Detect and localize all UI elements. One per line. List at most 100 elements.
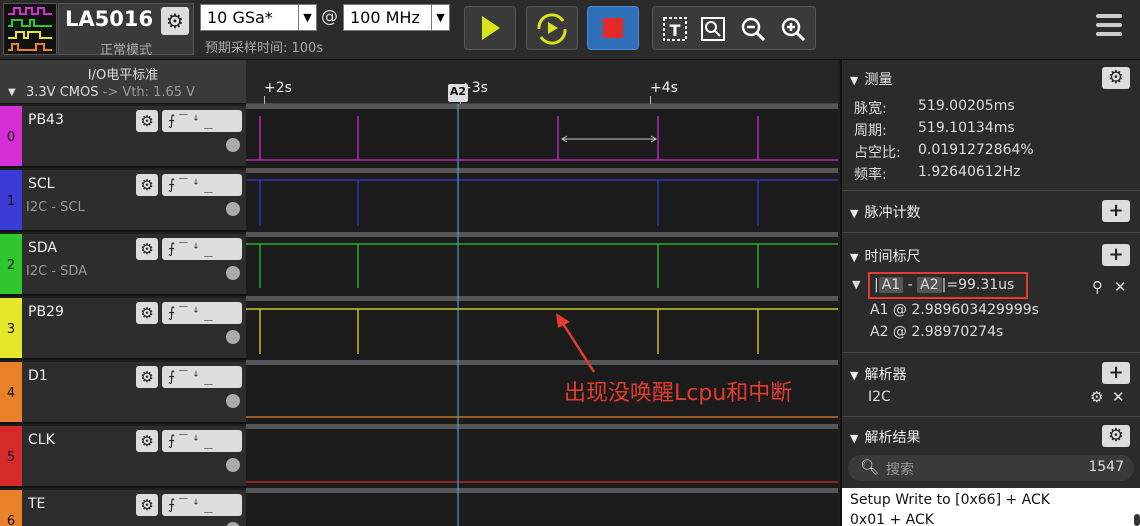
- measure-section-title[interactable]: ▼ 测量: [850, 69, 892, 89]
- delta-bar: |: [874, 277, 879, 293]
- chevron-down-icon: ▼: [298, 5, 316, 30]
- channel-number: 3: [6, 322, 16, 337]
- play-icon: [482, 16, 500, 40]
- channel-name[interactable]: PB29: [28, 304, 64, 320]
- measure-arrow: [561, 135, 657, 143]
- channel-row: 6 TE ⚙ ⨍‾ꜜ_: [0, 490, 246, 526]
- io-standard-panel[interactable]: I/O电平标准 ▼ 3.3V CMOS -> Vth: 1.65 V: [0, 60, 246, 104]
- channel-name[interactable]: SCL: [28, 176, 54, 192]
- trigger-edge-selector[interactable]: ⨍‾ꜜ_: [162, 238, 242, 260]
- annotation-arrow: [556, 313, 596, 373]
- list-item[interactable]: Setup Write to [0x66] + ACK: [850, 492, 1050, 508]
- stop-button[interactable]: [587, 6, 639, 50]
- triangle-down-icon: ▼: [8, 87, 16, 98]
- decoder-item[interactable]: I2C: [868, 389, 891, 405]
- add-time-ruler-plus-icon[interactable]: +: [1102, 244, 1130, 266]
- channel-settings-gear-icon[interactable]: ⚙: [136, 110, 158, 132]
- measure-key: 占空比:: [854, 145, 901, 161]
- zoom-in-icon[interactable]: [777, 13, 809, 45]
- scrollbar[interactable]: [1134, 514, 1140, 526]
- trigger-edge-selector[interactable]: ⨍‾ꜜ_: [162, 302, 242, 324]
- channel-protocol: I2C - SCL: [26, 200, 85, 215]
- decoder-title: 解析器: [864, 367, 907, 383]
- trigger-edge-selector[interactable]: ⨍‾ꜜ_: [162, 174, 242, 196]
- channel-number: 6: [6, 514, 16, 526]
- channel-row: 3 PB29 ⚙ ⨍‾ꜜ_: [0, 298, 246, 360]
- trigger-edge-selector[interactable]: ⨍‾ꜜ_: [162, 366, 242, 388]
- channel-trigger-indicator[interactable]: [226, 330, 240, 344]
- results-search[interactable]: 🔍︎ 搜索 1547: [848, 455, 1134, 481]
- results-list[interactable]: Setup Write to [0x66] + ACK 0x01 + ACK: [842, 488, 1140, 526]
- waveform-ch3: [246, 308, 838, 354]
- sample-depth-select[interactable]: 100 MHz ▼: [343, 4, 450, 31]
- channel-trigger-indicator[interactable]: [226, 266, 240, 280]
- continuous-run-button[interactable]: [526, 6, 578, 50]
- channel-trigger-indicator[interactable]: [226, 394, 240, 408]
- channel-number: 0: [6, 130, 16, 145]
- channel-number: 1: [6, 194, 16, 209]
- channel-row: 5 CLK ⚙ ⨍‾ꜜ_: [0, 426, 246, 488]
- measure-settings-gear-icon[interactable]: ⚙: [1102, 67, 1130, 89]
- at-label: @: [321, 7, 338, 27]
- channel-name[interactable]: SDA: [28, 240, 57, 256]
- measure-key: 周期:: [854, 123, 887, 139]
- pin-icon[interactable]: ⚲: [1092, 278, 1103, 296]
- divider: [842, 352, 1140, 353]
- device-settings-gear-icon[interactable]: ⚙: [161, 7, 189, 35]
- triangle-down-icon: ▼: [850, 432, 859, 445]
- pulse-count-section-title[interactable]: ▼ 脉冲计数: [850, 202, 920, 222]
- channel-trigger-indicator[interactable]: [226, 202, 240, 216]
- channel-name[interactable]: CLK: [28, 432, 55, 448]
- run-button[interactable]: [464, 6, 516, 50]
- channel-trigger-indicator[interactable]: [226, 458, 240, 472]
- delta-dash: -: [907, 277, 913, 293]
- trigger-edge-selector[interactable]: ⨍‾ꜜ_: [162, 494, 242, 516]
- sample-rate-select[interactable]: 10 GSa* ▼: [200, 4, 317, 31]
- results-section-title[interactable]: ▼ 解析结果: [850, 427, 920, 447]
- channel-settings-gear-icon[interactable]: ⚙: [136, 302, 158, 324]
- hamburger-menu-icon[interactable]: [1096, 14, 1122, 40]
- zoom-out-icon[interactable]: [737, 13, 769, 45]
- results-count: 1547: [1088, 459, 1124, 475]
- channel-settings-gear-icon[interactable]: ⚙: [136, 494, 158, 516]
- decoder-settings-gear-icon[interactable]: ⚙: [1090, 388, 1103, 406]
- channel-trigger-indicator[interactable]: [226, 522, 240, 526]
- cursor-a2-position: A2 @ 2.98970274s: [870, 324, 1004, 340]
- channel-settings-gear-icon[interactable]: ⚙: [136, 366, 158, 388]
- list-item[interactable]: 0x01 + ACK: [850, 512, 934, 526]
- channel-trigger-indicator[interactable]: [226, 138, 240, 152]
- channel-protocol: I2C - SDA: [26, 264, 88, 279]
- close-icon[interactable]: ✕: [1114, 278, 1127, 296]
- view-tools: T: [652, 6, 816, 50]
- cursor-delta[interactable]: | A1 - A2 |=99.31us: [868, 272, 1028, 299]
- time-ruler-section-title[interactable]: ▼ 时间标尺: [850, 246, 920, 266]
- trigger-edge-selector[interactable]: ⨍‾ꜜ_: [162, 110, 242, 132]
- measure-value: 519.00205ms: [918, 98, 1015, 114]
- annotation-text: 出现没唤醒Lcpu和中断: [564, 381, 793, 406]
- add-decoder-plus-icon[interactable]: +: [1102, 362, 1130, 384]
- add-pulse-count-plus-icon[interactable]: +: [1102, 200, 1130, 222]
- io-standard-title: I/O电平标准: [87, 68, 159, 83]
- waveform-view[interactable]: +2s +3s +4s A2 出现没唤醒Lcpu和中断: [246, 60, 838, 526]
- device-selector[interactable]: LA5016 ⚙ 正常模式: [58, 3, 194, 58]
- divider: [842, 416, 1140, 417]
- text-tool-icon[interactable]: T: [659, 13, 691, 45]
- channel-settings-gear-icon[interactable]: ⚙: [136, 174, 158, 196]
- decoder-section-title[interactable]: ▼ 解析器: [850, 364, 906, 384]
- trigger-edge-selector[interactable]: ⨍‾ꜜ_: [162, 430, 242, 452]
- channel-settings-gear-icon[interactable]: ⚙: [136, 238, 158, 260]
- channel-settings-gear-icon[interactable]: ⚙: [136, 430, 158, 452]
- measure-row: 占空比: 0.0191272864%: [854, 142, 1034, 162]
- zoom-fit-icon[interactable]: [697, 13, 729, 45]
- cursor-a2-tag: A2: [917, 277, 942, 293]
- channel-name[interactable]: PB43: [28, 112, 64, 128]
- results-settings-gear-icon[interactable]: ⚙: [1102, 425, 1130, 447]
- io-standard-name: 3.3V CMOS: [26, 85, 99, 100]
- search-input[interactable]: 搜索: [886, 459, 914, 479]
- triangle-down-icon: ▼: [850, 74, 859, 87]
- triangle-down-icon[interactable]: ▼: [852, 278, 860, 291]
- channel-number: 4: [6, 386, 16, 401]
- channel-name[interactable]: TE: [28, 496, 45, 512]
- channel-name[interactable]: D1: [28, 368, 48, 384]
- close-icon[interactable]: ✕: [1112, 388, 1125, 406]
